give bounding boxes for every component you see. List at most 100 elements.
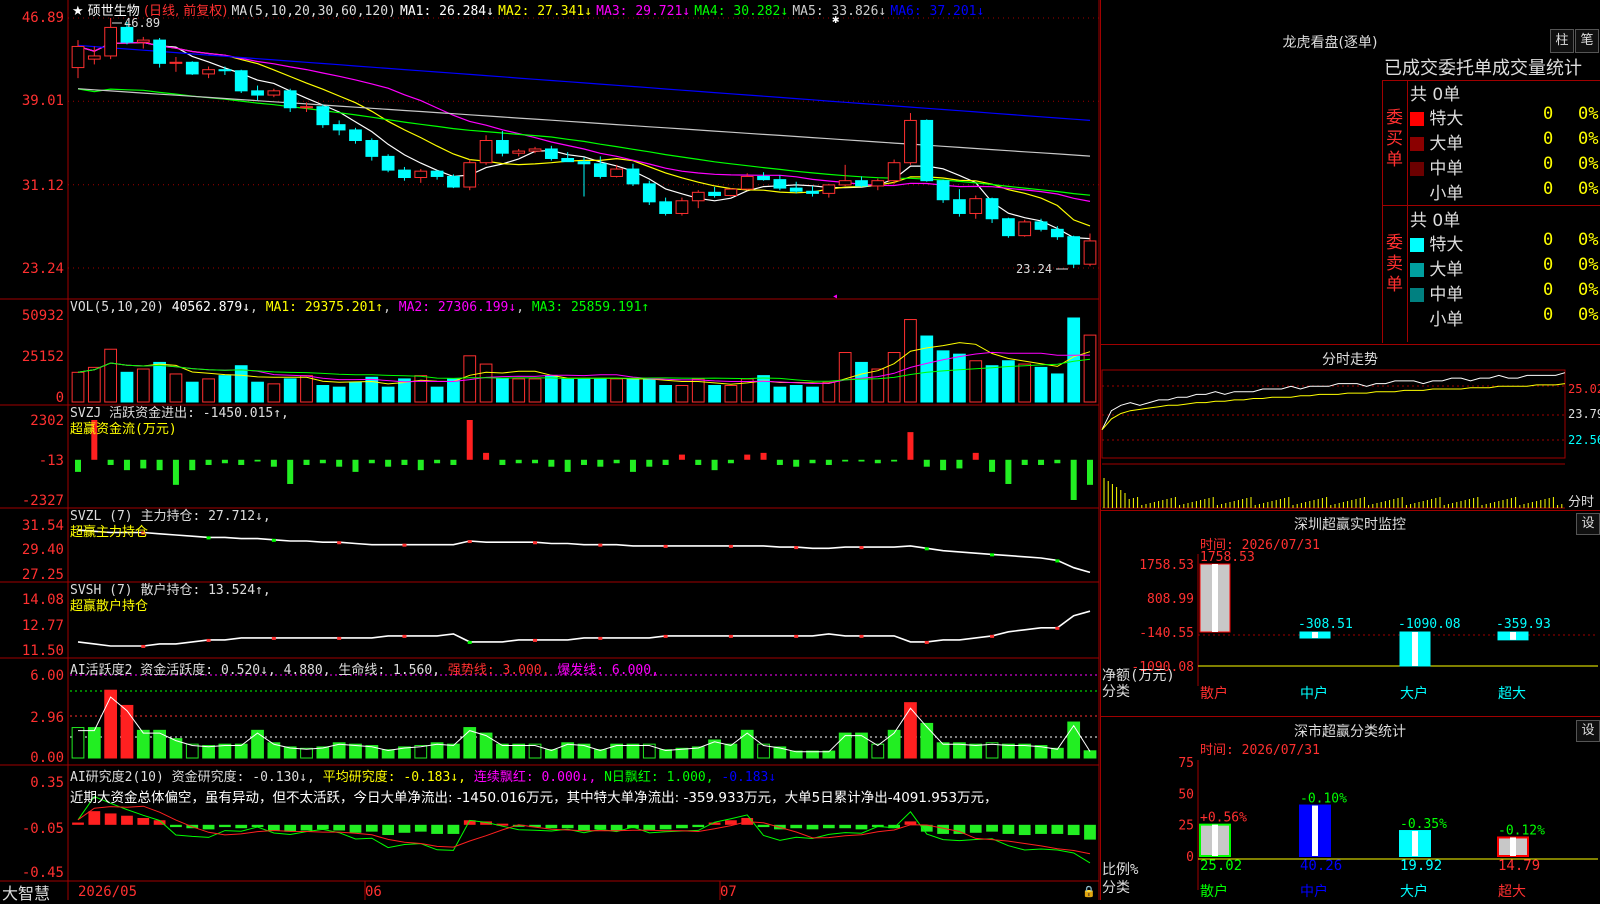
monitor-settings-button[interactable]: 设 <box>1576 513 1600 535</box>
volume-bar <box>953 353 966 403</box>
main-y-tick: 31.12 <box>22 178 64 194</box>
svzj-label: SVZJ 活跃资金进出: -1450.015↑, <box>70 406 289 421</box>
svzl-line-path-tick <box>467 540 472 544</box>
candle-body <box>757 175 770 181</box>
volume-bar <box>267 383 281 403</box>
monitor-unit: 净额(万元) <box>1102 668 1175 684</box>
research-bar <box>806 824 819 830</box>
color-swatch <box>1410 263 1424 277</box>
candle-body <box>1067 236 1081 265</box>
ma-label: MA(5,10,20,30,60,120) <box>231 4 396 19</box>
volume-bar <box>479 363 493 403</box>
volume-bar <box>561 378 575 403</box>
candle-body <box>806 190 819 194</box>
research-bar <box>1067 824 1080 836</box>
svzj-bar <box>499 459 506 465</box>
svzl-y-tick: 31.54 <box>22 518 64 534</box>
ma-value: 33.826↓ <box>831 4 887 19</box>
svsh-line-path-tick <box>728 634 733 638</box>
kline-chart[interactable]: 46.89 23.24 ✱ ◂ 46.89 39.01 31.12 23.24 … <box>0 0 1100 900</box>
buy-pct: 0% <box>1578 154 1599 174</box>
bar-mode-button[interactable]: 柱 <box>1550 29 1574 53</box>
main-y-axis: 46.89 39.01 31.12 23.24 <box>22 10 64 277</box>
svzj-bar <box>989 459 996 472</box>
vol-ma-name: MA2 <box>398 300 423 315</box>
sell-row[interactable]: 特大 <box>1410 230 1463 255</box>
research-bar <box>986 824 998 832</box>
ai-active-bar <box>479 732 493 759</box>
svzl-line-path-tick <box>728 544 733 548</box>
monitor-chart[interactable]: 时间: 2026/07/311758.53808.99-140.55-1090.… <box>1100 534 1600 714</box>
candle-body <box>822 184 836 194</box>
sell-pct: 0% <box>1578 230 1599 250</box>
color-swatch <box>1410 137 1424 151</box>
svzl-line-path-tick <box>1055 559 1060 563</box>
sell-row[interactable]: 大单 <box>1410 255 1463 280</box>
buy-row[interactable]: 大单 <box>1410 129 1463 154</box>
ai-active-bar <box>447 743 460 759</box>
lhb-tabs[interactable]: 已成交委托单成交量统计 <box>1384 54 1600 80</box>
sell-total: 共 0单 <box>1410 211 1461 231</box>
sell-row[interactable]: 中单 <box>1410 280 1463 305</box>
volume-bar <box>202 378 215 403</box>
lhb-title: 龙虎看盘(逐单) <box>1282 35 1378 51</box>
volume-bar <box>757 375 770 403</box>
lock-icon[interactable]: 🔒 <box>1082 885 1096 898</box>
research-bar <box>822 824 835 829</box>
research-bar <box>267 824 280 831</box>
sell-row-name: 小单 <box>1429 310 1464 330</box>
svzj-bar <box>303 459 310 465</box>
buy-row-name: 特大 <box>1429 109 1464 129</box>
buy-count: 0 <box>1543 179 1554 199</box>
candle-body <box>528 148 542 152</box>
svzj-bar <box>613 459 620 464</box>
research-y-axis: 0.35 -0.05 -0.45 <box>22 775 64 881</box>
svzj-bar <box>793 459 800 467</box>
svsh-line-path-tick <box>271 636 276 640</box>
classify-y-tick: 50 <box>1178 787 1194 802</box>
candle-body <box>512 150 526 154</box>
classify-bar-highlight <box>1510 837 1516 856</box>
vol-y-tick: 25152 <box>22 349 64 365</box>
svsh-sub: 超赢散户持仓 <box>70 599 149 614</box>
buy-row[interactable]: 小单 <box>1410 179 1463 204</box>
intraday-price-line <box>1101 372 1566 431</box>
classify-chart[interactable]: 时间: 2026/07/31 75 50 25 0 +0.56% 25.02 散户 -0.10%… <box>1100 740 1600 900</box>
volume-bar <box>544 375 558 403</box>
candle-body <box>104 26 118 57</box>
research-bar <box>382 824 395 836</box>
research-label: AI研究度2(10) 资金研究度: -0.130↓, <box>70 770 315 785</box>
sell-row[interactable]: 小单 <box>1410 305 1463 330</box>
ai-active-bar <box>120 704 134 759</box>
candle-body <box>430 170 444 177</box>
svzj-bar <box>172 459 179 485</box>
ma-name: MA5 <box>792 4 816 19</box>
main-y-tick: 39.01 <box>22 93 64 109</box>
svsh-line-path-tick <box>206 638 211 642</box>
intraday-chart[interactable]: 25.02 23.79 22.56 分时 <box>1100 368 1600 510</box>
tick-mode-button[interactable]: 笔 <box>1575 29 1599 53</box>
svzj-bar <box>385 459 392 467</box>
classify-bar-highlight <box>1312 805 1318 856</box>
research-bar <box>447 824 460 834</box>
classify-value-label: 14.79 <box>1498 858 1540 874</box>
buy-row[interactable]: 特大 <box>1410 104 1463 129</box>
candle-body <box>349 129 362 142</box>
volume-bar <box>136 368 150 403</box>
monitor-bar-highlight <box>1510 632 1516 640</box>
svsh-y-tick: 14.08 <box>22 592 64 608</box>
buy-row[interactable]: 中单 <box>1410 154 1463 179</box>
chart-mode[interactable]: (日线, 前复权) <box>144 4 227 19</box>
vol-ma-name: MA3 <box>531 300 556 315</box>
svzj-bar <box>254 459 261 462</box>
color-swatch <box>1410 112 1424 126</box>
sell-row-name: 特大 <box>1429 235 1464 255</box>
classify-settings-button[interactable]: 设 <box>1576 720 1600 742</box>
svzj-y-tick: -2327 <box>22 493 64 509</box>
vol-value: 40562.879↓ <box>171 300 251 315</box>
svzj-y-axis: 2302 -13 -2327 <box>22 413 64 509</box>
svzj-bar <box>825 459 832 465</box>
volume-bar <box>593 378 607 403</box>
candle-body <box>577 161 591 165</box>
research-bar <box>692 824 705 828</box>
